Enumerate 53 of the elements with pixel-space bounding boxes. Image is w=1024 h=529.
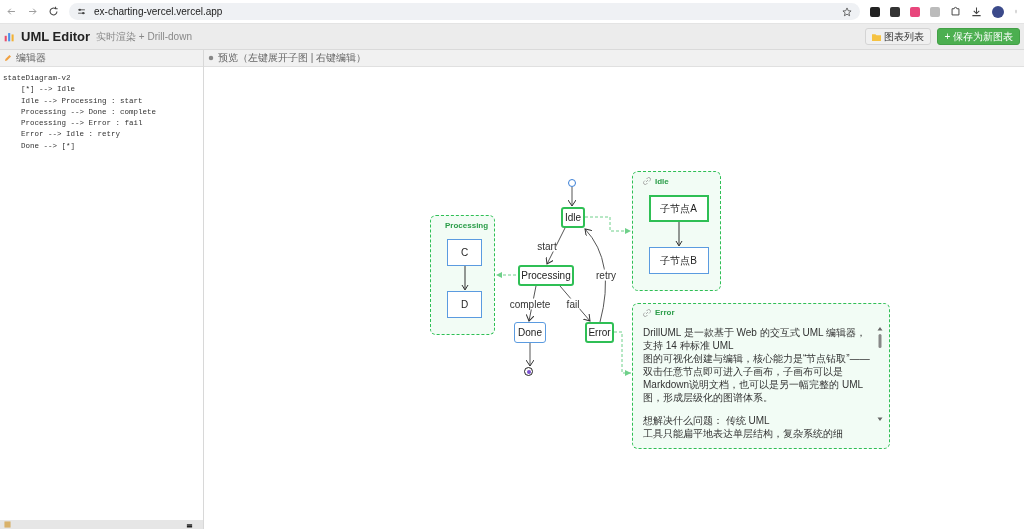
- extension-icon[interactable]: [870, 6, 880, 17]
- state-node[interactable]: C: [447, 239, 482, 266]
- link-icon: [643, 177, 651, 185]
- app-subtitle: 实时渲染 + Drill-down: [96, 29, 193, 44]
- tune-icon[interactable]: [77, 7, 86, 16]
- state-node[interactable]: 子节点B: [648, 247, 709, 274]
- extension-icon[interactable]: [890, 6, 900, 17]
- download-icon[interactable]: [971, 6, 982, 17]
- caret-icon[interactable]: [186, 521, 193, 528]
- subchart-title: Processing: [445, 220, 489, 230]
- state-node[interactable]: Done: [514, 322, 546, 343]
- dot-icon: [208, 55, 214, 61]
- reload-icon[interactable]: [48, 6, 59, 17]
- state-node[interactable]: Processing: [518, 265, 574, 286]
- scrollbar[interactable]: [877, 326, 883, 422]
- note-paragraph: 想解决什么问题： 传统 UML 工具只能扁平地表达单层结构，复杂系统的细: [643, 414, 844, 440]
- transition-label: complete: [509, 298, 551, 310]
- note-paragraph: DrillUML 是一款基于 Web 的交互式 UML 编辑器，支持 14 种标准 UML 图的可视化创建与编辑，核心能力是“节点钻取”——双击任意节点即可进入子画布，子画布可以是 Markdown说明文档，也可以是另一幅完整的 UML 图，形成层级化的图谱体系。: [643, 326, 871, 404]
- transition-arrow: [567, 186, 577, 207]
- state-node[interactable]: 子节点A: [648, 195, 709, 222]
- subchart-panel[interactable]: Idle 子节点A 子节点B: [632, 171, 721, 291]
- star-icon[interactable]: [842, 6, 852, 17]
- forward-icon[interactable]: [27, 6, 38, 17]
- back-icon[interactable]: [6, 6, 17, 17]
- panel-title: 编辑器: [16, 51, 46, 65]
- address-bar[interactable]: ex-charting-vercel.vercel.app: [69, 3, 860, 20]
- panel-title: 预览（左键展开子图 | 右键编辑）: [218, 51, 367, 65]
- transition-arrow: [525, 342, 535, 367]
- pencil-icon: [4, 54, 12, 62]
- panel-icon: [4, 521, 11, 528]
- subchart-panel[interactable]: Error DrillUML 是一款基于 Web 的交互式 UML 编辑器，支持 14 种标准 UML 图的可视化创建与编辑，核心能力是“节点钻取”——双击任意节点即可进入子画布，子画布可以是 Markdown说明文档，也可以是另一幅完整的 UML 图，形成层级化的图谱体系。 想解决什么问题： 传统 UML 工具只能扁平地表达单层结构，复杂系统的细: [632, 303, 890, 449]
- state-node[interactable]: D: [447, 291, 482, 318]
- transition-label: fail: [566, 298, 580, 310]
- end-state: [524, 367, 533, 376]
- subchart-title: Error: [655, 308, 675, 317]
- chart-list-button[interactable]: 图表列表: [865, 28, 932, 45]
- avatar[interactable]: [992, 5, 1004, 18]
- state-node[interactable]: Idle: [561, 207, 585, 228]
- transition-arrow: [674, 222, 683, 247]
- transition-label: start: [537, 240, 557, 252]
- subchart-connector: [584, 216, 632, 234]
- subchart-title: Idle: [655, 176, 669, 186]
- subchart-panel[interactable]: Processing C D: [430, 215, 495, 335]
- start-state: [568, 179, 576, 187]
- folder-icon: [872, 32, 882, 41]
- link-icon: [643, 308, 651, 317]
- transition-label: retry: [596, 269, 616, 281]
- transition-arrow: [460, 266, 469, 291]
- chart-icon: [4, 31, 15, 42]
- puzzle-icon[interactable]: [950, 6, 961, 17]
- subchart-connector: [613, 331, 632, 376]
- state-node[interactable]: Error: [585, 322, 614, 343]
- app-title: UML Editor: [21, 29, 91, 44]
